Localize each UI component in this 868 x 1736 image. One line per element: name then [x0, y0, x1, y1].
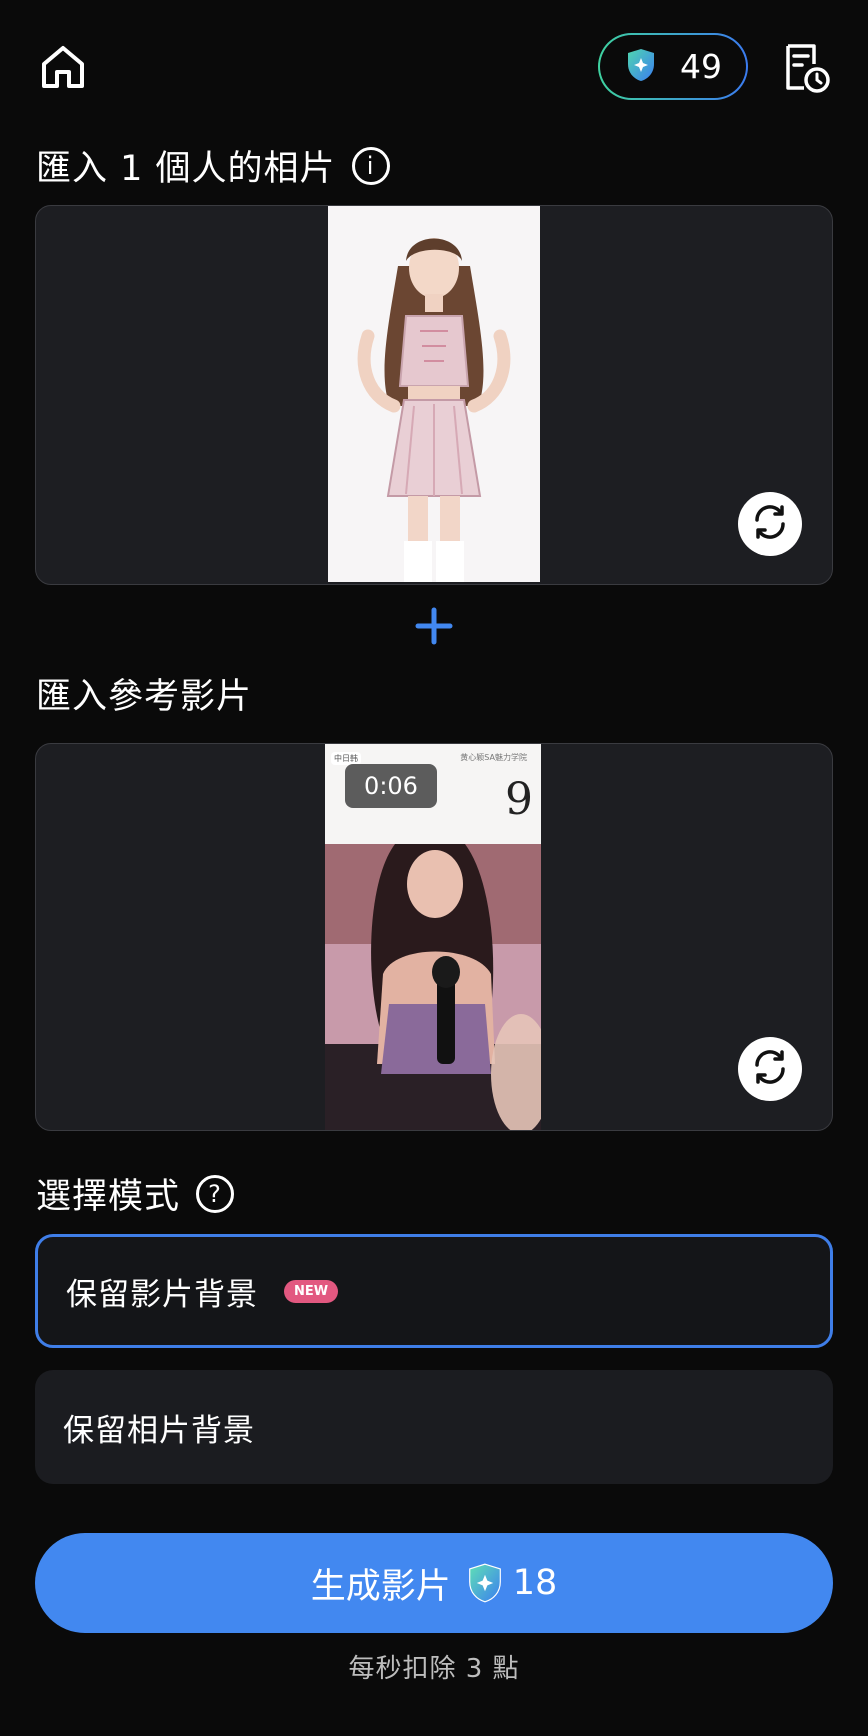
- credit-balance-button[interactable]: 49: [598, 33, 748, 100]
- info-icon[interactable]: i: [351, 146, 390, 185]
- replace-video-button[interactable]: [738, 1037, 802, 1101]
- top-bar: 49: [0, 0, 868, 130]
- cost-footnote: 每秒扣除 3 點: [348, 1654, 520, 1684]
- history-icon[interactable]: [780, 42, 830, 93]
- photo-section-title: 匯入 1 個人的相片 i: [36, 140, 390, 191]
- credit-count: 49: [680, 47, 722, 86]
- generate-cost: 18: [512, 1563, 558, 1603]
- mode-option-keep-video-background[interactable]: 保留影片背景 NEW: [35, 1234, 833, 1348]
- video-overlay-number: 9: [505, 774, 533, 825]
- photo-upload-card[interactable]: [35, 205, 833, 585]
- generate-label: 生成影片: [310, 1566, 451, 1607]
- mode-option-label: 保留影片背景: [66, 1276, 258, 1313]
- mode-option-keep-photo-background[interactable]: 保留相片背景: [35, 1370, 833, 1484]
- replace-photo-button[interactable]: [738, 492, 802, 556]
- mode-section-title: 選擇模式 ?: [36, 1168, 235, 1219]
- video-section-title: 匯入參考影片: [36, 677, 253, 717]
- credit-shield-icon: [467, 1563, 503, 1603]
- refresh-icon: [751, 503, 789, 545]
- plus-icon: [412, 604, 456, 648]
- uploaded-video: 中日韩 黄心颖SA魅力学院 9 0:06: [325, 744, 541, 1130]
- generate-video-button[interactable]: 生成影片 18: [35, 1533, 833, 1633]
- credit-shield-icon: [626, 48, 656, 86]
- mode-option-label: 保留相片背景: [63, 1412, 255, 1449]
- help-icon[interactable]: ?: [196, 1174, 235, 1213]
- refresh-icon: [751, 1048, 789, 1090]
- uploaded-photo: [328, 206, 540, 582]
- video-tag-right: 黄心颖SA魅力学院: [460, 753, 527, 762]
- new-badge: NEW: [284, 1279, 339, 1303]
- home-icon[interactable]: [38, 42, 88, 92]
- video-upload-card[interactable]: 中日韩 黄心颖SA魅力学院 9 0:06: [35, 743, 833, 1131]
- video-duration-badge: 0:06: [345, 764, 437, 808]
